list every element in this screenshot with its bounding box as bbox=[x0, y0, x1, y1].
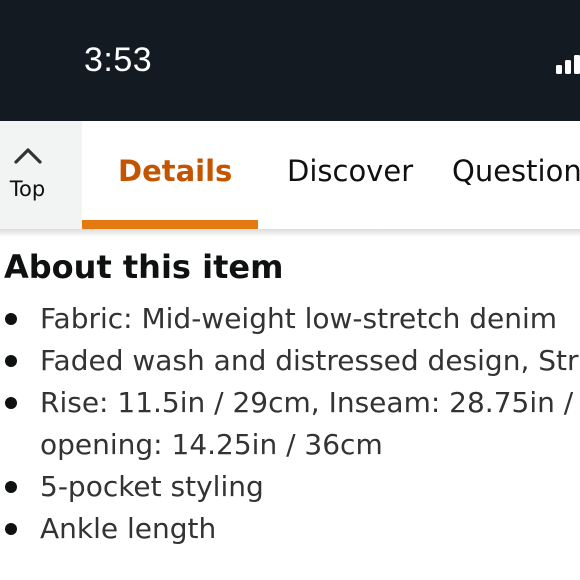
bullet-text-continued: opening: 14.25in / 36cm bbox=[40, 428, 383, 461]
tab-discover[interactable]: Discover bbox=[287, 151, 413, 191]
bullet-icon bbox=[5, 355, 17, 367]
bullet-text: Fabric: Mid-weight low-stretch denim bbox=[40, 302, 558, 335]
status-time: 3:53 bbox=[84, 41, 153, 79]
list-item: 5-pocket styling bbox=[0, 466, 580, 508]
chevron-up-icon bbox=[14, 148, 42, 164]
back-to-top-button[interactable]: Top bbox=[0, 121, 82, 229]
section-title: About this item bbox=[4, 248, 284, 286]
tab-questions[interactable]: Question bbox=[452, 151, 580, 191]
bullet-icon bbox=[5, 313, 17, 325]
bullet-text: 5-pocket styling bbox=[40, 470, 264, 503]
list-item: Rise: 11.5in / 29cm, Inseam: 28.75in / o… bbox=[0, 382, 580, 466]
bullet-text: Faded wash and distressed design, Stra bbox=[40, 344, 580, 377]
back-to-top-label: Top bbox=[9, 177, 46, 201]
bullet-icon bbox=[5, 481, 17, 493]
list-item: Ankle length bbox=[0, 508, 580, 550]
feature-bullet-list: Fabric: Mid-weight low-stretch denim Fad… bbox=[0, 298, 580, 550]
tab-details[interactable]: Details bbox=[118, 151, 232, 191]
bullet-icon bbox=[5, 523, 17, 535]
status-bar: 3:53 bbox=[0, 0, 580, 121]
tab-bar-shadow bbox=[0, 229, 580, 237]
bullet-icon bbox=[5, 397, 17, 409]
list-item: Faded wash and distressed design, Stra bbox=[0, 340, 580, 382]
bullet-text: Ankle length bbox=[40, 512, 217, 545]
cellular-signal-icon bbox=[556, 52, 580, 74]
tab-bar: Top Details Discover Question bbox=[0, 121, 580, 229]
list-item: Fabric: Mid-weight low-stretch denim bbox=[0, 298, 580, 340]
active-tab-indicator bbox=[82, 220, 258, 229]
bullet-text: Rise: 11.5in / 29cm, Inseam: 28.75in / bbox=[40, 386, 574, 419]
